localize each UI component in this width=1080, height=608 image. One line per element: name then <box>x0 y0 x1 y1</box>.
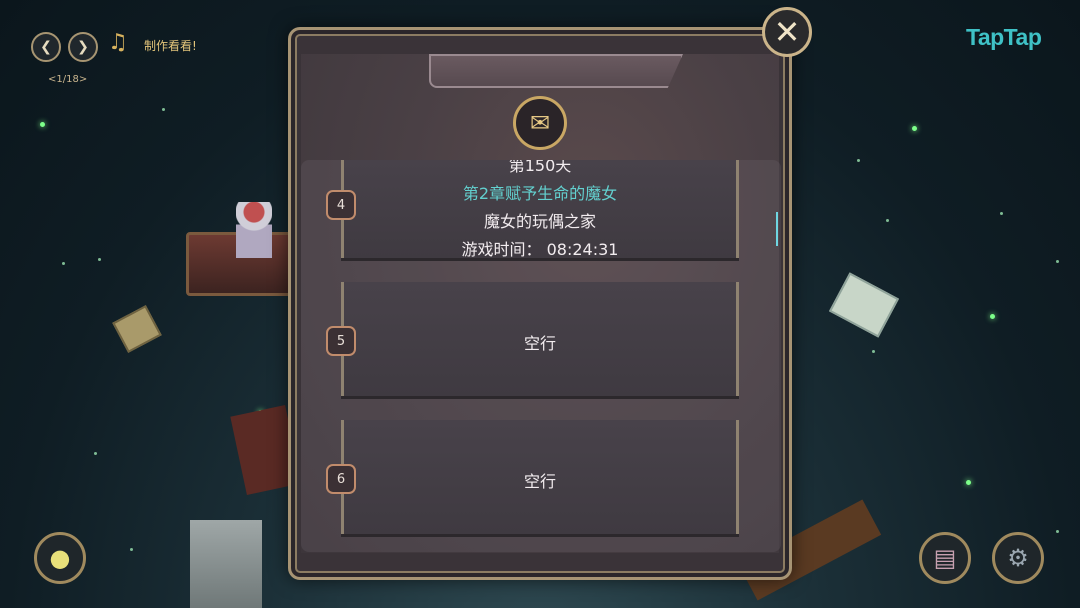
journal-button[interactable]: ▤ <box>919 532 971 584</box>
slot-playtime: 游戏时间： 08:24:31 <box>341 236 739 260</box>
save-slot-dialog: ✉ 4 第150天 第2章赋予生命的魔女 魔女的玩偶之家 游戏时间： 08:24… <box>288 27 792 580</box>
star <box>1000 212 1003 215</box>
slot-location: 魔女的玩偶之家 <box>483 212 596 231</box>
castle-tower <box>190 520 262 608</box>
slot-empty-label: 空行 <box>523 334 556 353</box>
music-note-icon: ♫ <box>108 30 128 55</box>
star <box>40 122 45 127</box>
taptap-logo: TapTap <box>966 24 1042 50</box>
star <box>966 480 971 485</box>
star <box>1056 260 1059 263</box>
track-counter: <1/18> <box>48 74 88 85</box>
music-title: 制作看看! <box>144 39 197 53</box>
star <box>98 258 101 261</box>
star <box>857 159 860 162</box>
playtime-value: 08:24:31 <box>546 240 619 259</box>
slot-day: 第150天 <box>508 160 572 175</box>
gear-icon: ⚙ <box>1007 544 1029 572</box>
star <box>162 108 165 111</box>
slot-chapter: 第2章赋予生命的魔女 <box>462 184 618 203</box>
star <box>94 452 97 455</box>
close-icon: ✕ <box>773 13 801 51</box>
save-file-icon: ✉ <box>513 96 567 150</box>
chevron-left-icon: ❮ <box>40 39 52 55</box>
chevron-right-icon: ❯ <box>77 39 89 55</box>
next-track-button[interactable]: ❯ <box>68 32 98 62</box>
star <box>886 219 889 222</box>
scrollbar[interactable] <box>776 212 778 246</box>
witch-doll-character <box>236 202 272 258</box>
slot-empty-label: 空行 <box>523 472 556 491</box>
character-button[interactable]: ● <box>34 532 86 584</box>
star <box>872 350 875 353</box>
save-slot-list[interactable]: 4 第150天 第2章赋予生命的魔女 魔女的玩偶之家 游戏时间： 08:24:3… <box>301 160 781 552</box>
star <box>990 314 995 319</box>
playtime-label: 游戏时间： <box>461 240 542 259</box>
star <box>62 262 65 265</box>
floating-book-left <box>112 305 162 353</box>
star <box>912 126 917 131</box>
book-icon: ▤ <box>933 544 957 572</box>
floating-book-right <box>828 272 900 338</box>
chick-icon: ● <box>49 544 71 572</box>
settings-button[interactable]: ⚙ <box>992 532 1044 584</box>
star <box>1056 530 1059 533</box>
close-button[interactable]: ✕ <box>762 7 812 57</box>
dialog-title-banner <box>429 54 683 88</box>
star <box>130 548 133 551</box>
previous-track-button[interactable]: ❮ <box>31 32 61 62</box>
